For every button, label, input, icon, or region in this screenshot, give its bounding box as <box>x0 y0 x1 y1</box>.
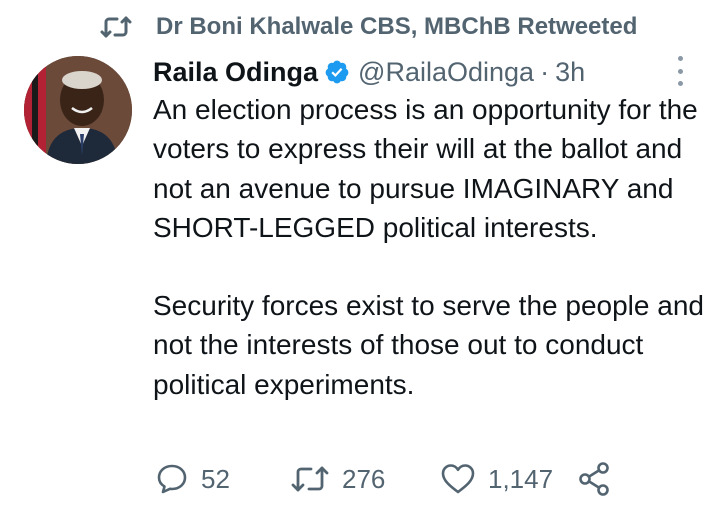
retweet-count: 276 <box>342 463 386 494</box>
tweet-header: Raila Odinga @RailaOdinga · 3h <box>153 52 700 92</box>
verified-badge-icon <box>324 59 350 85</box>
like-button[interactable]: 1,147 <box>440 458 553 500</box>
share-icon <box>579 462 609 496</box>
retweet-banner[interactable]: Dr Boni Khalwale CBS, MBChB Retweeted <box>100 10 637 44</box>
author-name[interactable]: Raila Odinga <box>153 57 318 88</box>
retweet-icon <box>100 14 132 40</box>
tweet-paragraph: An election process is an opportunity fo… <box>153 94 698 243</box>
tweet-timestamp[interactable]: 3h <box>555 57 585 88</box>
more-options-icon[interactable] <box>672 56 688 86</box>
like-count: 1,147 <box>488 463 554 494</box>
header-separator: · <box>540 56 550 87</box>
tweet-text: An election process is an opportunity fo… <box>153 90 713 404</box>
author-handle[interactable]: @RailaOdinga <box>358 57 534 88</box>
reply-button[interactable]: 52 <box>155 458 230 500</box>
tweet-actions-bar: 52 276 1,147 <box>155 458 625 500</box>
reply-icon <box>157 464 187 494</box>
retweet-button[interactable]: 276 <box>290 458 385 500</box>
retweet-action-icon <box>291 466 329 492</box>
share-button[interactable] <box>577 458 611 500</box>
tweet-paragraph: Security forces exist to serve the peopl… <box>153 290 704 400</box>
retweeted-by-label: Dr Boni Khalwale CBS, MBChB Retweeted <box>156 13 638 40</box>
avatar[interactable] <box>24 56 132 164</box>
reply-count: 52 <box>201 463 230 494</box>
heart-icon <box>441 464 475 494</box>
